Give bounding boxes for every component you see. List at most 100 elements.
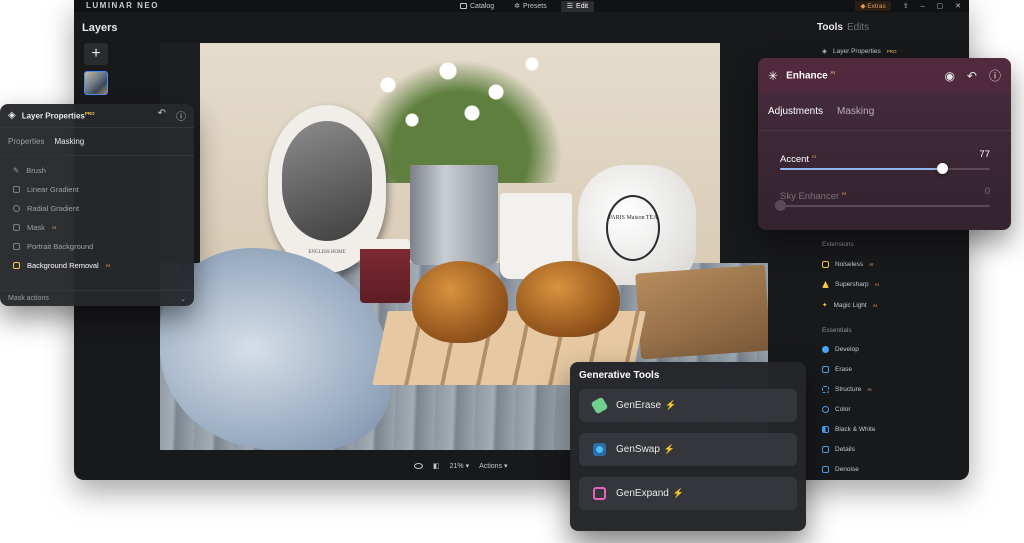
enhance-title: Enhance AI xyxy=(786,69,836,82)
tab-tools[interactable]: Tools xyxy=(817,22,843,33)
magic-light-icon: ✦ xyxy=(822,302,828,309)
status-bar: ◧ 21% ▾ Actions ▾ xyxy=(414,462,508,470)
erase-icon xyxy=(822,366,829,373)
radial-gradient-icon xyxy=(13,205,20,212)
portrait-icon xyxy=(13,243,20,250)
tool-erase[interactable]: Erase xyxy=(822,366,852,373)
tool-layer-properties[interactable]: ◈ Layer Properties PRO xyxy=(822,47,896,56)
accent-value: 77 xyxy=(979,149,990,160)
layer-properties-panel: ◈ Layer PropertiesPRO ↶ ⓘ Properties Mas… xyxy=(0,104,194,306)
tool-magic-light[interactable]: ✦ Magic Light AI xyxy=(822,301,877,310)
swap-icon xyxy=(593,443,606,456)
bolt-icon: ⚡ xyxy=(665,400,677,410)
mask-tool-mask-ai[interactable]: Mask AI xyxy=(0,218,194,237)
accent-slider-fill xyxy=(780,168,942,170)
tool-noiseless[interactable]: Noiseless AI xyxy=(822,261,873,268)
sky-enhancer-label: Sky Enhancer AI xyxy=(780,190,847,202)
generase-button[interactable]: GenErase ⚡ xyxy=(579,389,797,422)
close-icon[interactable]: ✕ xyxy=(955,2,961,10)
mask-tool-background-removal[interactable]: Background Removal AI xyxy=(0,256,194,275)
linear-gradient-icon xyxy=(13,186,20,193)
sparkle-icon: ✳ xyxy=(768,68,779,83)
compare-icon[interactable]: ◧ xyxy=(433,462,440,470)
background-removal-icon xyxy=(13,262,20,269)
layer-properties-title: Layer PropertiesPRO xyxy=(21,110,95,121)
photo-teapot-label: PARIS Maison TEA xyxy=(606,195,660,261)
brush-icon: ✎ xyxy=(13,166,20,175)
actions-dropdown[interactable]: Actions ▾ xyxy=(479,462,507,470)
tool-denoise[interactable]: Denoise xyxy=(822,466,859,473)
preview-eye-icon[interactable] xyxy=(414,463,423,469)
info-icon[interactable]: ⓘ xyxy=(176,108,186,123)
extras-button[interactable]: ◆ Extras xyxy=(855,1,891,11)
layers-title: Layers xyxy=(82,22,118,34)
visibility-eye-icon[interactable]: ◉ xyxy=(944,69,954,83)
color-icon xyxy=(822,406,829,413)
tool-structure[interactable]: Structure AI xyxy=(822,386,872,393)
presets-icon: ✲ xyxy=(514,3,521,10)
mask-tool-linear-gradient[interactable]: Linear Gradient xyxy=(0,180,194,199)
mask-tool-radial-gradient[interactable]: Radial Gradient xyxy=(0,199,194,218)
denoise-icon xyxy=(822,466,829,473)
nav-edit[interactable]: ☰ Edit xyxy=(560,0,595,12)
expand-icon xyxy=(593,487,606,500)
sky-enhancer-slider-row: Sky Enhancer AI 0 xyxy=(775,186,990,211)
layers-stack-icon: ◈ xyxy=(8,110,16,121)
sky-enhancer-value: 0 xyxy=(984,186,990,197)
info-icon[interactable]: ⓘ xyxy=(989,67,1001,84)
mask-icon xyxy=(13,224,20,231)
generative-tools-panel: Generative Tools GenErase ⚡ GenSwap ⚡ Ge… xyxy=(570,362,806,531)
tab-masking[interactable]: Masking xyxy=(837,106,874,117)
genexpand-button[interactable]: GenExpand ⚡ xyxy=(579,477,797,510)
edit-icon: ☰ xyxy=(566,3,574,10)
tab-masking[interactable]: Masking xyxy=(54,137,84,146)
zoom-dropdown[interactable]: 21% ▾ xyxy=(450,462,469,470)
share-icon[interactable]: ⇪ xyxy=(903,2,909,10)
photo-croissant xyxy=(412,261,508,343)
nav-catalog[interactable]: Catalog xyxy=(454,1,500,12)
folder-icon xyxy=(460,3,467,9)
layer-thumbnail[interactable] xyxy=(84,71,108,95)
sky-enhancer-slider[interactable] xyxy=(775,200,990,211)
add-layer-button[interactable]: + xyxy=(84,43,108,65)
mask-tool-portrait-background[interactable]: Portrait Background xyxy=(0,237,194,256)
mask-actions-bar[interactable]: Mask actions ⌄ xyxy=(0,290,194,306)
tab-edits[interactable]: Edits xyxy=(847,22,869,33)
eraser-icon xyxy=(590,396,609,415)
undo-icon[interactable]: ↶ xyxy=(967,69,977,83)
accent-slider-handle[interactable] xyxy=(936,163,948,174)
tool-supersharp[interactable]: Supersharp AI xyxy=(822,281,879,288)
photo-book xyxy=(635,264,768,360)
tool-color[interactable]: Color xyxy=(822,406,851,413)
layers-stack-icon: ◈ xyxy=(822,48,827,55)
structure-icon xyxy=(822,386,829,393)
maximize-icon[interactable]: ▢ xyxy=(937,2,944,10)
mask-tool-brush[interactable]: ✎ Brush xyxy=(0,161,194,180)
tool-develop[interactable]: Develop xyxy=(822,346,859,353)
minimize-icon[interactable]: – xyxy=(921,3,925,10)
photo-jar xyxy=(360,239,410,303)
essentials-label: Essentials xyxy=(822,327,852,334)
black-white-icon xyxy=(822,426,829,433)
tool-black-white[interactable]: Black & White xyxy=(822,426,875,433)
enhance-header: ✳ Enhance AI ◉ ↶ ⓘ xyxy=(758,58,1011,93)
tool-details[interactable]: Details xyxy=(822,446,855,453)
accent-slider-row: Accent AI 77 xyxy=(780,149,990,174)
extensions-label: Extensions xyxy=(822,241,854,248)
undo-icon[interactable]: ↶ xyxy=(158,108,166,123)
genswap-button[interactable]: GenSwap ⚡ xyxy=(579,433,797,466)
develop-icon xyxy=(822,346,829,353)
sky-enhancer-slider-handle[interactable] xyxy=(775,200,786,211)
accent-label: Accent AI xyxy=(780,153,816,165)
photo-croissant xyxy=(516,261,620,337)
tab-properties[interactable]: Properties xyxy=(8,137,44,146)
tab-adjustments[interactable]: Adjustments xyxy=(768,106,823,117)
title-bar: LUMINAR NEO Catalog ✲ Presets ☰ Edit ◆ Ext… xyxy=(74,0,969,12)
noiseless-icon xyxy=(822,261,829,268)
nav-presets[interactable]: ✲ Presets xyxy=(508,1,553,12)
accent-slider[interactable] xyxy=(780,163,990,174)
bolt-icon: ⚡ xyxy=(663,444,676,454)
details-icon xyxy=(822,446,829,453)
photo-bucket xyxy=(410,165,498,265)
enhance-tabs: Adjustments Masking xyxy=(758,93,1011,131)
